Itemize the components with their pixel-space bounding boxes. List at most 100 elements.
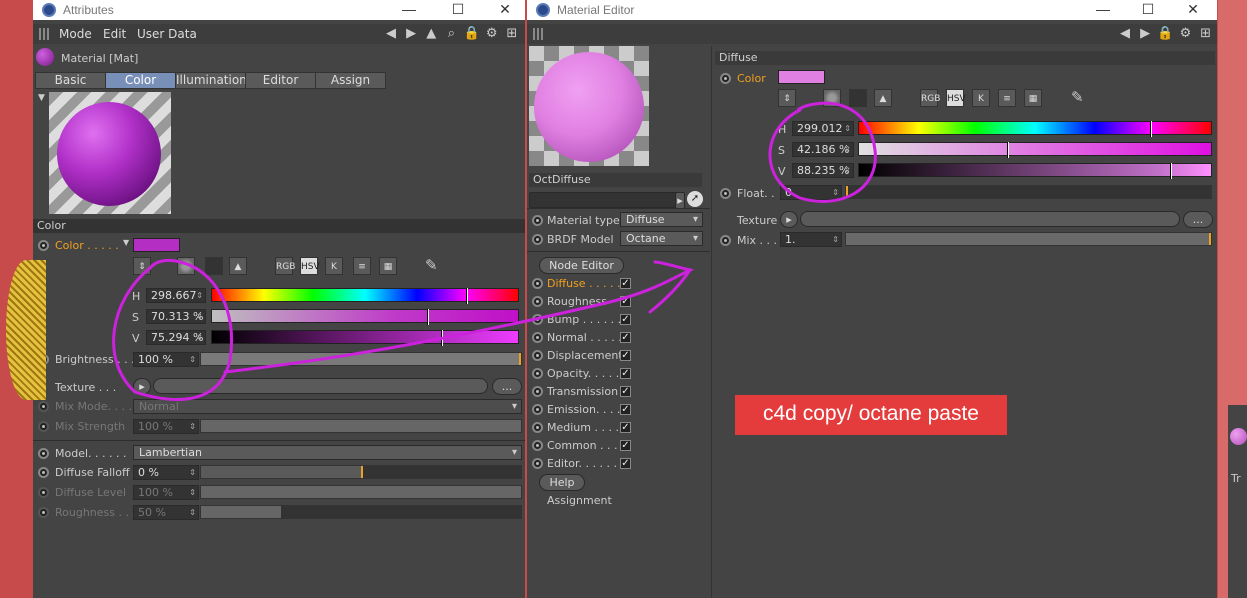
spinner-icon[interactable]: ⇕ — [189, 506, 196, 519]
color-swatch[interactable] — [133, 238, 180, 252]
gradient-square-icon[interactable] — [205, 257, 223, 275]
color-dropdown-arrow-icon[interactable]: ▼ — [123, 238, 129, 247]
hsv-mode-button[interactable]: HSV — [946, 89, 966, 107]
grip-icon[interactable] — [39, 28, 49, 40]
menu-edit[interactable]: Edit — [103, 27, 126, 41]
channel-checkbox[interactable]: ✓ — [620, 296, 631, 307]
channel-radio[interactable] — [532, 350, 543, 361]
channel-radio[interactable] — [532, 440, 543, 451]
channel-radio[interactable] — [532, 404, 543, 415]
roughness-input[interactable]: 50 % ⇕ — [133, 505, 199, 520]
oct-s-slider-handle[interactable] — [1007, 142, 1009, 158]
spinner-icon[interactable]: ⇕ — [196, 310, 203, 323]
spinner-icon[interactable]: ⇕ — [189, 420, 196, 433]
tab-assign[interactable]: Assign — [315, 72, 386, 89]
texture-field[interactable] — [153, 378, 488, 394]
brightness-slider[interactable] — [200, 352, 522, 366]
material-type-dropdown[interactable]: Diffuse — [620, 212, 703, 227]
channel-medium[interactable]: Medium . . . . . ✓ — [527, 420, 710, 438]
channel-editor[interactable]: Editor. . . . . . ✓ — [527, 456, 710, 474]
brightness-handle[interactable] — [519, 353, 521, 365]
diffuse-level-radio[interactable] — [38, 487, 49, 498]
material-name-field[interactable] — [529, 192, 679, 208]
back-arrow-icon[interactable]: ◀ — [1117, 26, 1133, 41]
spinner-icon[interactable]: ⇕ — [832, 186, 839, 199]
spinner-icon[interactable]: ⇕ — [844, 164, 851, 177]
kelvin-mode-button[interactable]: K — [325, 257, 343, 275]
v-slider[interactable] — [211, 330, 519, 346]
oct-color-radio[interactable] — [720, 73, 731, 84]
swatches-icon[interactable]: ▦ — [1024, 89, 1042, 107]
channel-checkbox[interactable]: ✓ — [620, 332, 631, 343]
spinner-icon[interactable]: ⇕ — [832, 233, 839, 246]
v-input[interactable]: 75.294 % ⇕ — [146, 330, 206, 345]
channel-checkbox[interactable]: ✓ — [620, 350, 631, 361]
material-type-radio[interactable] — [532, 215, 543, 226]
channel-displacement[interactable]: Displacement ✓ — [527, 348, 710, 366]
channel-emission[interactable]: Emission. . . . . ✓ — [527, 402, 710, 420]
oct-s-input[interactable]: 42.186 % ⇕ — [792, 142, 854, 157]
diffuse-falloff-handle[interactable] — [361, 466, 363, 478]
brightness-input[interactable]: 100 % ⇕ — [133, 352, 199, 367]
eyedropper-icon[interactable]: ✎ — [425, 256, 438, 274]
mix-mode-radio[interactable] — [38, 401, 49, 412]
mix-handle[interactable] — [1209, 233, 1211, 245]
channel-checkbox[interactable]: ✓ — [620, 386, 631, 397]
oct-v-input[interactable]: 88.235 % ⇕ — [792, 163, 854, 178]
spinner-icon[interactable]: ⇕ — [844, 122, 851, 135]
arrow-button[interactable]: ▸ — [675, 192, 685, 209]
dock-tab-label[interactable]: Tr — [1231, 472, 1241, 485]
spinner-icon[interactable]: ⇕ — [189, 486, 196, 499]
material-thumb-icon[interactable] — [1230, 428, 1247, 445]
brdf-radio[interactable] — [532, 234, 543, 245]
channel-radio[interactable] — [532, 368, 543, 379]
oct-texture-browse-button[interactable]: ... — [1183, 211, 1213, 228]
channel-radio[interactable] — [532, 422, 543, 433]
back-arrow-icon[interactable]: ◀ — [383, 26, 399, 41]
h-input[interactable]: 298.667 ⇕ — [146, 288, 206, 303]
v-slider-handle[interactable] — [441, 330, 443, 346]
tab-basic[interactable]: Basic — [35, 72, 106, 89]
channel-checkbox[interactable]: ✓ — [620, 278, 631, 289]
float-radio[interactable] — [720, 188, 731, 199]
maximize-button[interactable]: ☐ — [438, 0, 478, 20]
gradient-square-icon[interactable] — [849, 89, 867, 107]
mix-strength-input[interactable]: 100 % ⇕ — [133, 419, 199, 434]
mix-mode-dropdown[interactable]: Normal — [133, 399, 522, 414]
search-icon[interactable]: ⌕ — [443, 26, 459, 41]
color-radio[interactable] — [38, 240, 49, 251]
roughness-radio[interactable] — [38, 507, 49, 518]
oct-s-slider[interactable] — [858, 142, 1212, 158]
eyedropper-icon[interactable]: ✎ — [1071, 88, 1084, 106]
menu-mode[interactable]: Mode — [59, 27, 92, 41]
diffuse-falloff-input[interactable]: 0 % ⇕ — [133, 465, 199, 480]
lock-icon[interactable]: 🔒 — [464, 26, 480, 41]
channel-transmission[interactable]: Transmission ✓ — [527, 384, 710, 402]
settings-icon[interactable]: ⚙ — [1177, 26, 1193, 41]
spinner-icon[interactable]: ⇕ — [189, 353, 196, 366]
roughness-slider[interactable] — [200, 505, 522, 519]
mix-strength-slider[interactable] — [200, 419, 522, 433]
s-input[interactable]: 70.313 % ⇕ — [146, 309, 206, 324]
channel-checkbox[interactable]: ✓ — [620, 458, 631, 469]
diffuse-falloff-slider[interactable] — [200, 465, 522, 479]
channel-opacity[interactable]: Opacity. . . . . ✓ — [527, 366, 710, 384]
float-slider[interactable] — [845, 185, 1212, 199]
oct-texture-arrow-button[interactable]: ▸ — [780, 211, 798, 228]
diffuse-level-slider[interactable] — [200, 485, 522, 499]
mix-strength-radio[interactable] — [38, 421, 49, 432]
spinner-icon[interactable]: ⇕ — [196, 331, 203, 344]
tab-illumination[interactable]: Illumination — [175, 72, 247, 89]
color-wheel-icon[interactable] — [177, 257, 195, 275]
channel-checkbox[interactable]: ✓ — [620, 314, 631, 325]
new-panel-icon[interactable]: ⊞ — [1198, 26, 1214, 41]
minimize-button[interactable]: — — [389, 0, 429, 20]
channel-diffuse[interactable]: Diffuse . . . . . ✓ — [527, 276, 710, 294]
close-button[interactable]: ✕ — [1173, 0, 1213, 20]
brdf-dropdown[interactable]: Octane — [620, 231, 703, 246]
lock-icon[interactable]: 🔒 — [1157, 26, 1173, 41]
h-slider-handle[interactable] — [466, 288, 468, 304]
channel-checkbox[interactable]: ✓ — [620, 422, 631, 433]
channel-radio[interactable] — [532, 278, 543, 289]
s-slider-handle[interactable] — [427, 309, 429, 325]
